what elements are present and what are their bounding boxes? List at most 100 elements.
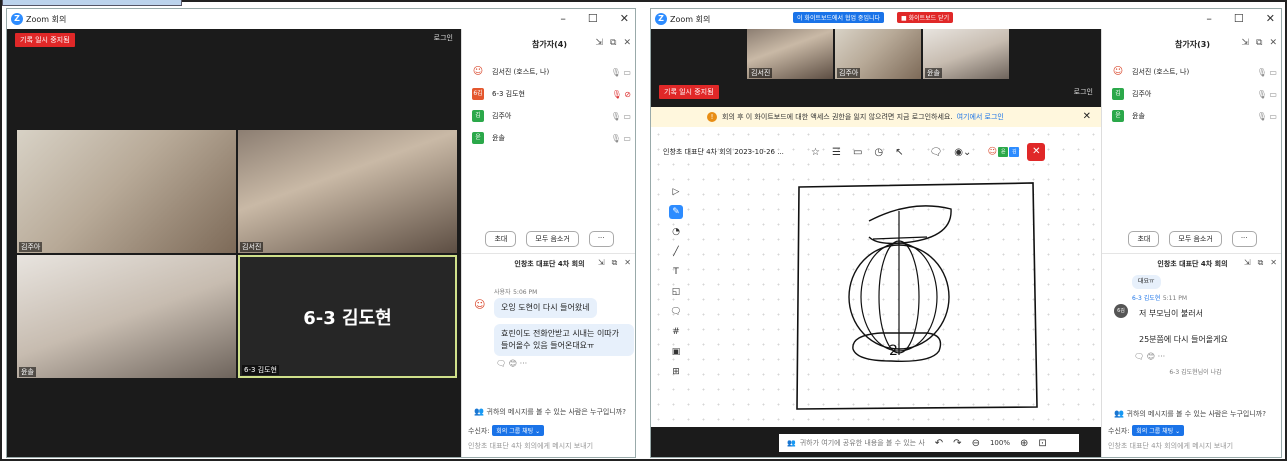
zoom-in-icon[interactable]: ⊕ <box>1020 438 1028 449</box>
participant-row[interactable]: 김 김주아 🎙 ▭ <box>472 105 631 127</box>
whiteboard-bottom-bar: 👥 귀하가 여기에 공유한 내용을 볼 수 있는 사 ↶ ↷ ⊖ 100% ⊕ … <box>651 427 1101 457</box>
who-can-see-link[interactable]: 귀하의 메시지를 볼 수 있는 사람은 누구입니까? <box>487 408 626 416</box>
whiteboard-title[interactable]: 인창초 대표단 4차 회의 2023-10-26 ... <box>663 147 811 157</box>
minimize-button[interactable]: – <box>560 12 566 25</box>
close-button[interactable]: ✕ <box>620 12 629 25</box>
popout-icon[interactable]: ⧉ <box>610 38 616 48</box>
recipient-dropdown[interactable]: 회의 그룹 채팅 ⌄ <box>492 425 545 436</box>
chat-message[interactable]: 효린이도 전화안받고 시내는 이따가 들어올수 있음 들어온대요ㅠ <box>494 324 634 356</box>
sticky-note-icon[interactable]: ◱ <box>669 285 683 299</box>
fit-icon[interactable]: ⊡ <box>1038 438 1046 449</box>
more-button[interactable]: ··· <box>1231 231 1257 247</box>
invite-button[interactable]: 초대 <box>1128 231 1160 247</box>
recording-paused-badge[interactable]: 기록 일시 중지됨 <box>659 85 719 99</box>
participant-row[interactable]: 6김 6-3 김도현 🎙 ⊘ <box>472 83 631 105</box>
video-thumbnail[interactable]: 김서진 <box>747 29 833 79</box>
avatar: 김 <box>1009 147 1020 157</box>
video-thumbnail[interactable]: 김주아 <box>835 29 921 79</box>
participant-row[interactable]: 김 김주아 🎙 ▭ <box>1112 83 1277 105</box>
close-panel-icon[interactable]: ✕ <box>624 258 631 268</box>
close-whiteboard-icon[interactable]: ✕ <box>1027 143 1046 161</box>
invite-button[interactable]: 초대 <box>485 231 517 247</box>
participant-name: 김주아 <box>492 112 512 120</box>
login-link[interactable]: 로그인 <box>434 33 453 43</box>
mic-muted-camera-off-icon: 🎙 ⊘ <box>611 89 631 99</box>
timer-icon[interactable]: ◷ <box>874 147 883 158</box>
people-icon: 👥 <box>474 407 484 416</box>
participant-name: 김주아 <box>1132 90 1152 98</box>
close-panel-icon[interactable]: ✕ <box>1270 258 1277 268</box>
participant-row[interactable]: ☺ 김서진 (호스트, 나) 🎙 ▭ <box>1112 61 1277 83</box>
select-tool-icon[interactable]: ▷ <box>669 185 683 199</box>
video-tile[interactable]: 김주아 <box>17 130 236 253</box>
tile-name: 6-3 김도현 <box>242 365 279 375</box>
popout-icon[interactable]: ⧉ <box>1258 258 1264 268</box>
whiteboard-area: 기록 일시 중지됨 로그인 김서진 김주아 윤솔 ! 회의 후 이 화이트보드에… <box>651 29 1101 457</box>
popout-icon[interactable]: ⧉ <box>1256 38 1262 48</box>
login-here-link[interactable]: 여기에서 로그인 <box>957 112 1004 122</box>
chat-message[interactable]: 오잉 도현이 다시 들어왔네 <box>494 298 597 318</box>
collapse-icon[interactable]: ⇲ <box>598 258 605 268</box>
undo-icon[interactable]: ↶ <box>935 438 943 449</box>
table-tool-icon[interactable]: # <box>669 325 683 339</box>
close-panel-icon[interactable]: ✕ <box>623 38 631 48</box>
video-tile[interactable]: 김서진 <box>238 130 457 253</box>
mic-camera-icon: 🎙 ▭ <box>1256 67 1277 77</box>
menu-icon[interactable]: ☰ <box>832 147 841 158</box>
message-reactions[interactable]: 🗨 😊 ··· <box>1114 352 1277 361</box>
drawing-label: 2 <box>889 343 898 359</box>
collapse-icon[interactable]: ⇲ <box>595 38 603 48</box>
present-icon[interactable]: ▭ <box>853 147 862 158</box>
cursor-share-icon[interactable]: ↖ <box>895 147 903 158</box>
text-tool-icon[interactable]: T <box>669 265 683 279</box>
tile-name: 김서진 <box>240 242 264 252</box>
close-banner-icon[interactable]: ✕ <box>1083 111 1091 122</box>
chat-message[interactable]: 저 부모님이 불러서 <box>1132 304 1210 324</box>
line-tool-icon[interactable]: ╱ <box>669 245 683 259</box>
video-thumbnail[interactable]: 윤솔 <box>923 29 1009 79</box>
message-reactions[interactable]: 🗨 😊 ··· <box>474 359 631 368</box>
participant-row[interactable]: 윤 윤솔 🎙 ▭ <box>1112 105 1277 127</box>
video-tile[interactable]: 윤솔 <box>17 255 236 378</box>
zoom-controls: 👥 귀하가 여기에 공유한 내용을 볼 수 있는 사 ↶ ↷ ⊖ 100% ⊕ … <box>779 434 1079 452</box>
more-tools-icon[interactable]: ⊞ <box>669 365 683 379</box>
chat-input[interactable]: 인창초 대표단 4차 회의에게 메시지 보내기 <box>1108 442 1233 450</box>
shape-tool-icon[interactable]: ◔ <box>669 225 683 239</box>
minimize-button[interactable]: – <box>1206 12 1212 25</box>
chat-input[interactable]: 인창초 대표단 4차 회의에게 메시지 보내기 <box>468 442 593 450</box>
redo-icon[interactable]: ↷ <box>953 438 961 449</box>
close-whiteboard-button[interactable]: ■ 화이트보드 닫기 <box>897 12 954 23</box>
popout-icon[interactable]: ⧉ <box>612 258 618 268</box>
login-link[interactable]: 로그인 <box>1074 87 1093 97</box>
close-panel-icon[interactable]: ✕ <box>1269 38 1277 48</box>
maximize-button[interactable]: ☐ <box>588 12 598 25</box>
chat-message[interactable]: 25분쯤에 다시 들어올게요 <box>1132 330 1235 350</box>
star-icon[interactable]: ☆ <box>811 147 820 158</box>
people-icon: 👥 <box>1114 409 1124 418</box>
comment-tool-icon[interactable]: 🗨 <box>669 305 683 319</box>
chat-message[interactable]: 대요ㅠ <box>1132 275 1161 289</box>
template-icon[interactable]: ▣ <box>669 345 683 359</box>
recording-paused-badge[interactable]: 기록 일시 중지됨 <box>15 33 75 47</box>
recipient-dropdown[interactable]: 회의 그룹 채팅 ⌄ <box>1132 425 1185 436</box>
whiteboard-canvas[interactable]: 인창초 대표단 4차 회의 2023-10-26 ... ☆ ☰ ▭ ◷ ↖ 🗨… <box>651 127 1101 427</box>
collapse-icon[interactable]: ⇲ <box>1241 38 1249 48</box>
mute-all-button[interactable]: 모두 음소거 <box>526 231 579 247</box>
zoom-level[interactable]: 100% <box>990 439 1010 447</box>
maximize-button[interactable]: ☐ <box>1234 12 1244 25</box>
warning-text: 회의 후 이 화이트보드에 대한 액세스 권한을 잃지 않으려면 지금 로그인하… <box>722 113 953 121</box>
close-button[interactable]: ✕ <box>1266 12 1275 25</box>
more-button[interactable]: ··· <box>588 231 614 247</box>
collapse-icon[interactable]: ⇲ <box>1244 258 1251 268</box>
comment-icon[interactable]: 🗨 <box>930 147 943 158</box>
pen-tool-icon[interactable]: ✎ <box>669 205 683 219</box>
sender-avatar: 6김 <box>1114 304 1128 318</box>
participant-row[interactable]: ☺ 김서진 (호스트, 나) 🎙 ▭ <box>472 61 631 83</box>
view-icon[interactable]: ◉⌄ <box>954 147 971 158</box>
share-visibility-hint[interactable]: 귀하가 여기에 공유한 내용을 볼 수 있는 사 <box>800 438 925 448</box>
mute-all-button[interactable]: 모두 음소거 <box>1169 231 1222 247</box>
who-can-see-link[interactable]: 귀하의 메시지를 볼 수 있는 사람은 누구입니까? <box>1127 410 1266 418</box>
video-tile-active-speaker[interactable]: 6-3 김도현 6-3 김도현 <box>238 255 457 378</box>
participant-row[interactable]: 윤 윤솔 🎙 ▭ <box>472 127 631 149</box>
zoom-out-icon[interactable]: ⊖ <box>972 438 980 449</box>
